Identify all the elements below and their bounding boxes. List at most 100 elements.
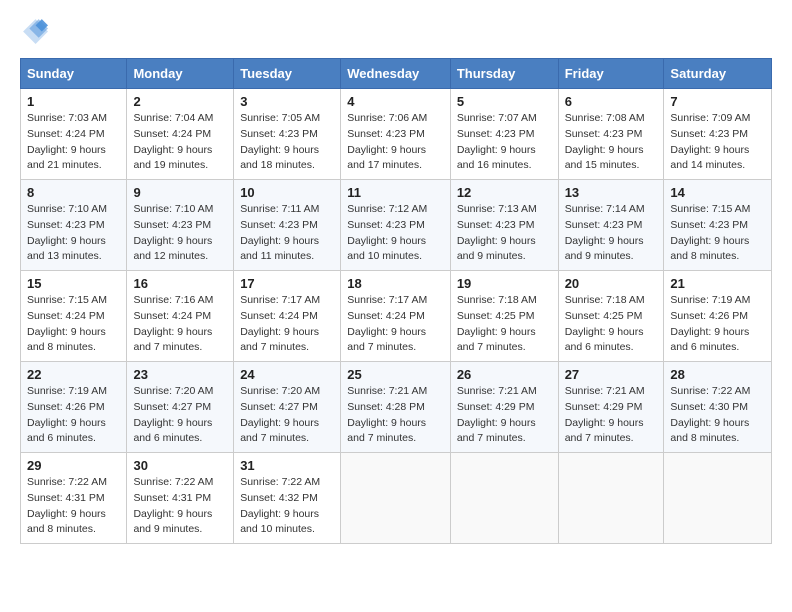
day-number: 17 [240,276,334,291]
week-row-2: 8 Sunrise: 7:10 AM Sunset: 4:23 PM Dayli… [21,180,772,271]
day-info: Sunrise: 7:10 AM Sunset: 4:23 PM Dayligh… [133,202,227,265]
calendar-cell: 4 Sunrise: 7:06 AM Sunset: 4:23 PM Dayli… [341,89,451,180]
col-header-saturday: Saturday [664,59,772,89]
calendar-cell: 27 Sunrise: 7:21 AM Sunset: 4:29 PM Dayl… [558,362,664,453]
calendar-cell: 14 Sunrise: 7:15 AM Sunset: 4:23 PM Dayl… [664,180,772,271]
day-number: 14 [670,185,765,200]
col-header-thursday: Thursday [450,59,558,89]
calendar-cell: 19 Sunrise: 7:18 AM Sunset: 4:25 PM Dayl… [450,271,558,362]
day-number: 5 [457,94,552,109]
day-number: 6 [565,94,658,109]
calendar-cell: 31 Sunrise: 7:22 AM Sunset: 4:32 PM Dayl… [234,453,341,544]
calendar-cell: 23 Sunrise: 7:20 AM Sunset: 4:27 PM Dayl… [127,362,234,453]
day-info: Sunrise: 7:07 AM Sunset: 4:23 PM Dayligh… [457,111,552,174]
day-info: Sunrise: 7:21 AM Sunset: 4:29 PM Dayligh… [565,384,658,447]
day-number: 20 [565,276,658,291]
day-number: 15 [27,276,120,291]
calendar-cell: 16 Sunrise: 7:16 AM Sunset: 4:24 PM Dayl… [127,271,234,362]
day-info: Sunrise: 7:13 AM Sunset: 4:23 PM Dayligh… [457,202,552,265]
day-info: Sunrise: 7:03 AM Sunset: 4:24 PM Dayligh… [27,111,120,174]
calendar-cell: 26 Sunrise: 7:21 AM Sunset: 4:29 PM Dayl… [450,362,558,453]
logo [20,16,52,44]
calendar-cell: 17 Sunrise: 7:17 AM Sunset: 4:24 PM Dayl… [234,271,341,362]
col-header-wednesday: Wednesday [341,59,451,89]
day-number: 1 [27,94,120,109]
calendar-cell: 5 Sunrise: 7:07 AM Sunset: 4:23 PM Dayli… [450,89,558,180]
calendar-cell: 1 Sunrise: 7:03 AM Sunset: 4:24 PM Dayli… [21,89,127,180]
day-number: 13 [565,185,658,200]
calendar-cell [664,453,772,544]
calendar-header-row: SundayMondayTuesdayWednesdayThursdayFrid… [21,59,772,89]
day-info: Sunrise: 7:21 AM Sunset: 4:29 PM Dayligh… [457,384,552,447]
day-number: 27 [565,367,658,382]
day-number: 31 [240,458,334,473]
day-info: Sunrise: 7:22 AM Sunset: 4:32 PM Dayligh… [240,475,334,538]
day-info: Sunrise: 7:22 AM Sunset: 4:30 PM Dayligh… [670,384,765,447]
day-number: 26 [457,367,552,382]
calendar-cell: 22 Sunrise: 7:19 AM Sunset: 4:26 PM Dayl… [21,362,127,453]
day-number: 25 [347,367,444,382]
col-header-sunday: Sunday [21,59,127,89]
day-number: 9 [133,185,227,200]
col-header-friday: Friday [558,59,664,89]
day-number: 4 [347,94,444,109]
day-number: 11 [347,185,444,200]
day-number: 18 [347,276,444,291]
calendar-cell: 25 Sunrise: 7:21 AM Sunset: 4:28 PM Dayl… [341,362,451,453]
col-header-monday: Monday [127,59,234,89]
day-number: 16 [133,276,227,291]
day-number: 8 [27,185,120,200]
day-info: Sunrise: 7:22 AM Sunset: 4:31 PM Dayligh… [133,475,227,538]
calendar-cell: 29 Sunrise: 7:22 AM Sunset: 4:31 PM Dayl… [21,453,127,544]
day-info: Sunrise: 7:15 AM Sunset: 4:24 PM Dayligh… [27,293,120,356]
day-number: 19 [457,276,552,291]
day-info: Sunrise: 7:17 AM Sunset: 4:24 PM Dayligh… [240,293,334,356]
day-info: Sunrise: 7:21 AM Sunset: 4:28 PM Dayligh… [347,384,444,447]
day-number: 22 [27,367,120,382]
calendar-cell: 30 Sunrise: 7:22 AM Sunset: 4:31 PM Dayl… [127,453,234,544]
day-number: 23 [133,367,227,382]
day-info: Sunrise: 7:19 AM Sunset: 4:26 PM Dayligh… [670,293,765,356]
day-info: Sunrise: 7:20 AM Sunset: 4:27 PM Dayligh… [133,384,227,447]
week-row-5: 29 Sunrise: 7:22 AM Sunset: 4:31 PM Dayl… [21,453,772,544]
col-header-tuesday: Tuesday [234,59,341,89]
calendar-cell: 15 Sunrise: 7:15 AM Sunset: 4:24 PM Dayl… [21,271,127,362]
day-info: Sunrise: 7:19 AM Sunset: 4:26 PM Dayligh… [27,384,120,447]
day-number: 30 [133,458,227,473]
calendar-cell: 9 Sunrise: 7:10 AM Sunset: 4:23 PM Dayli… [127,180,234,271]
calendar-cell: 10 Sunrise: 7:11 AM Sunset: 4:23 PM Dayl… [234,180,341,271]
calendar-cell: 28 Sunrise: 7:22 AM Sunset: 4:30 PM Dayl… [664,362,772,453]
day-info: Sunrise: 7:11 AM Sunset: 4:23 PM Dayligh… [240,202,334,265]
calendar-cell [341,453,451,544]
day-number: 10 [240,185,334,200]
calendar-cell: 3 Sunrise: 7:05 AM Sunset: 4:23 PM Dayli… [234,89,341,180]
day-number: 3 [240,94,334,109]
day-number: 24 [240,367,334,382]
day-info: Sunrise: 7:20 AM Sunset: 4:27 PM Dayligh… [240,384,334,447]
day-info: Sunrise: 7:04 AM Sunset: 4:24 PM Dayligh… [133,111,227,174]
calendar-cell: 8 Sunrise: 7:10 AM Sunset: 4:23 PM Dayli… [21,180,127,271]
calendar-cell: 6 Sunrise: 7:08 AM Sunset: 4:23 PM Dayli… [558,89,664,180]
calendar-cell: 21 Sunrise: 7:19 AM Sunset: 4:26 PM Dayl… [664,271,772,362]
week-row-1: 1 Sunrise: 7:03 AM Sunset: 4:24 PM Dayli… [21,89,772,180]
calendar-cell: 24 Sunrise: 7:20 AM Sunset: 4:27 PM Dayl… [234,362,341,453]
logo-icon [20,16,48,44]
day-number: 28 [670,367,765,382]
day-info: Sunrise: 7:12 AM Sunset: 4:23 PM Dayligh… [347,202,444,265]
calendar-cell: 13 Sunrise: 7:14 AM Sunset: 4:23 PM Dayl… [558,180,664,271]
day-info: Sunrise: 7:14 AM Sunset: 4:23 PM Dayligh… [565,202,658,265]
header [20,16,772,44]
calendar-cell: 18 Sunrise: 7:17 AM Sunset: 4:24 PM Dayl… [341,271,451,362]
day-info: Sunrise: 7:08 AM Sunset: 4:23 PM Dayligh… [565,111,658,174]
calendar-cell: 11 Sunrise: 7:12 AM Sunset: 4:23 PM Dayl… [341,180,451,271]
calendar-cell: 7 Sunrise: 7:09 AM Sunset: 4:23 PM Dayli… [664,89,772,180]
calendar-cell: 20 Sunrise: 7:18 AM Sunset: 4:25 PM Dayl… [558,271,664,362]
calendar-body: 1 Sunrise: 7:03 AM Sunset: 4:24 PM Dayli… [21,89,772,544]
day-number: 2 [133,94,227,109]
calendar-table: SundayMondayTuesdayWednesdayThursdayFrid… [20,58,772,544]
calendar-cell [558,453,664,544]
day-number: 7 [670,94,765,109]
calendar-cell: 2 Sunrise: 7:04 AM Sunset: 4:24 PM Dayli… [127,89,234,180]
calendar-cell: 12 Sunrise: 7:13 AM Sunset: 4:23 PM Dayl… [450,180,558,271]
day-info: Sunrise: 7:16 AM Sunset: 4:24 PM Dayligh… [133,293,227,356]
